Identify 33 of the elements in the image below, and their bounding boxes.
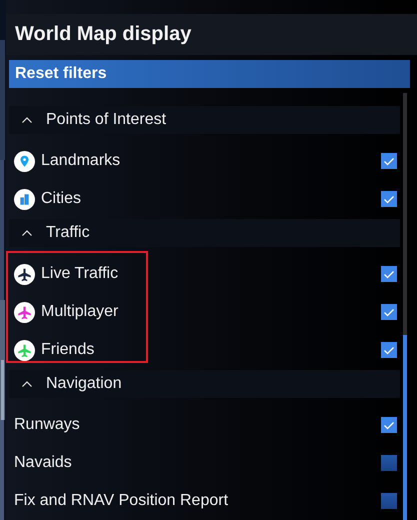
airplane-icon [14,264,35,284]
filter-label: Landmarks [41,152,122,170]
checkbox[interactable] [381,342,397,358]
chevron-up-icon [22,117,32,123]
section-header[interactable]: Points of Interest [9,106,400,134]
checkbox[interactable] [381,191,397,207]
section-header[interactable]: Traffic [9,219,400,247]
checkbox[interactable] [381,455,397,471]
section-title: Points of Interest [46,111,166,129]
section-title: Navigation [46,375,122,393]
section-header[interactable]: Navigation [9,370,400,398]
filter-label: Fix and RNAV Position Report [14,492,230,510]
scrollbar-thumb[interactable] [403,335,407,520]
checkbox[interactable] [381,266,397,282]
checkbox[interactable] [381,493,397,509]
filter-label: Multiplayer [41,303,120,321]
filter-label: Live Traffic [41,265,120,283]
filter-label: Friends [41,341,96,359]
checkbox[interactable] [381,417,397,433]
pin-icon [14,150,35,172]
reset-filters-button[interactable]: Reset filters [9,60,410,88]
buildings-icon [14,188,35,210]
airplane-icon [14,302,35,322]
window-title: World Map display [15,23,192,46]
checkbox[interactable] [381,304,397,320]
filter-label: Cities [41,190,82,208]
airplane-icon [14,340,35,360]
chevron-up-icon [22,381,32,387]
filter-label: Navaids [14,454,73,472]
chevron-up-icon [22,230,32,236]
filter-label: Runways [14,416,81,434]
section-title: Traffic [46,224,90,242]
checkbox[interactable] [381,153,397,169]
